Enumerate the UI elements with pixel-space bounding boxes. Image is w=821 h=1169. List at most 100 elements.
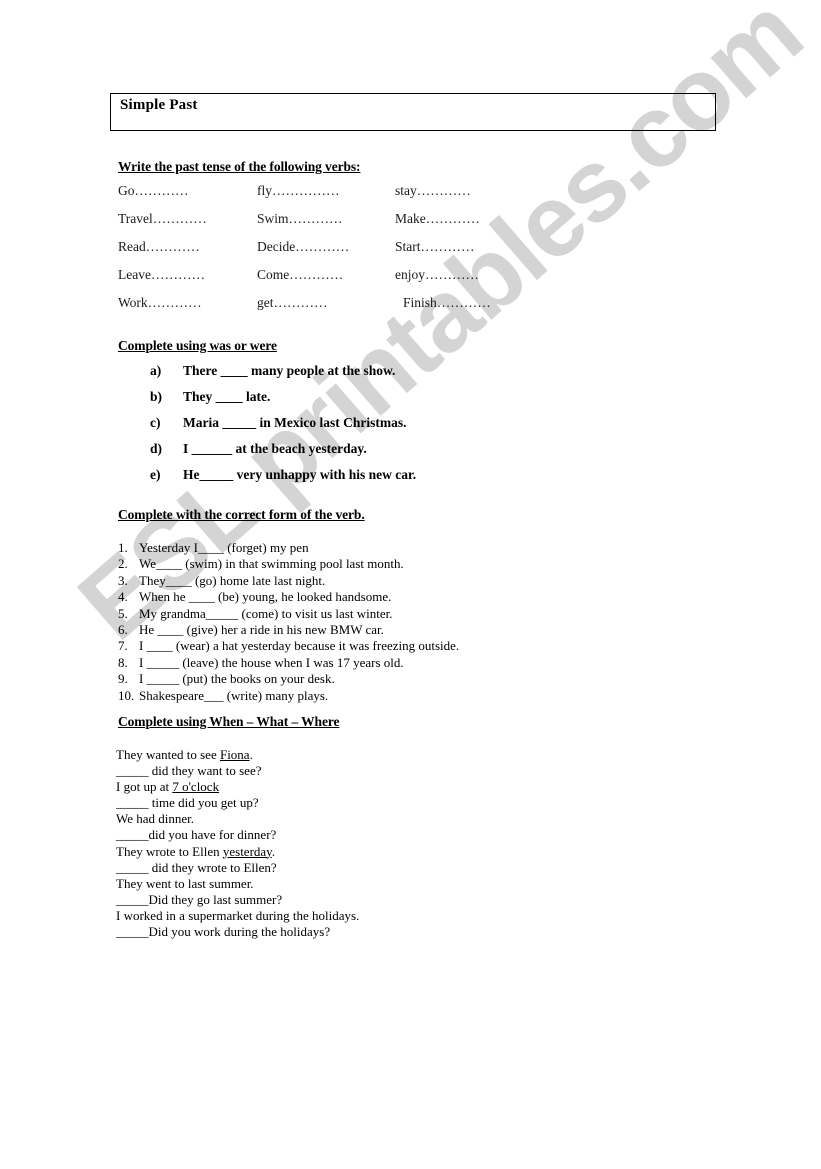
sentence-text: We had dinner. [116, 811, 195, 827]
was-were-item: a) There ____ many people at the show. [150, 363, 600, 389]
sentence-text: They went to last summer. [116, 875, 254, 891]
list-marker: e) [150, 467, 161, 482]
verb-entry: Come………… [257, 267, 344, 282]
list-number: 10. [118, 687, 135, 703]
exercise-sentence: Yesterday I____ (forget) my pen [139, 540, 309, 555]
exercise-sentence: Maria _____ in Mexico last Christmas. [183, 415, 407, 430]
was-were-item: b) They ____ late. [150, 389, 600, 415]
when-what-where-line: _____ did they wrote to Ellen? [116, 860, 596, 876]
verb-entry: Start………… [395, 239, 475, 254]
underlined-answer: yesterday [222, 843, 272, 859]
when-what-where-line: They went to last summer. [116, 876, 596, 892]
sentence-text: _____Did you work during the holidays? [116, 924, 331, 940]
verb-row: Leave………… Come………… enjoy………… [118, 267, 538, 295]
list-marker: b) [150, 389, 163, 404]
verb-entry: Read………… [118, 239, 200, 254]
exercise-sentence: My grandma_____ (come) to visit us last … [139, 605, 393, 621]
verb-form-exercise-list: 1. Yesterday I____ (forget) my pen 2. We___… [118, 540, 598, 704]
sentence-text: _____ did they want to see? [116, 763, 262, 779]
verb-form-item: 1. Yesterday I____ (forget) my pen [118, 540, 598, 556]
section-heading-verbs: Write the past tense of the following ve… [118, 159, 361, 174]
list-number: 5. [118, 605, 128, 621]
page-title: Simple Past [120, 97, 198, 113]
list-number: 8. [118, 654, 128, 670]
exercise-sentence: They ____ late. [183, 389, 271, 404]
section-heading-when-what-where: Complete using When – What – Where [118, 714, 340, 729]
list-marker: d) [150, 441, 163, 456]
underlined-answer: 7 o'clock [172, 779, 220, 795]
exercise-sentence: I ____ (wear) a hat yesterday because it… [139, 638, 460, 654]
list-number: 9. [118, 671, 128, 687]
exercise-sentence: I _____ (put) the books on your desk. [139, 671, 335, 687]
verb-form-item: 6. He ____ (give) her a ride in his new B… [118, 622, 598, 638]
when-what-where-line: They wanted to see Fiona. [116, 747, 596, 763]
verb-entry: Travel………… [118, 211, 207, 226]
verb-row: Travel………… Swim………… Make………… [118, 211, 538, 239]
verb-list-grid: Go………… fly…………… stay………… Travel………… Swim…………… [118, 183, 538, 323]
list-number: 3. [118, 572, 128, 588]
verb-form-item: 7. I ____ (wear) a hat yesterday because … [118, 638, 598, 654]
list-marker: a) [150, 363, 162, 378]
sentence-text: I got up at [116, 779, 173, 795]
verb-form-item: 2. We____ (swim) in that swimming pool la… [118, 556, 598, 572]
when-what-where-line: They wrote to Ellen yesterday. [116, 844, 596, 860]
exercise-sentence: They____ (go) home late last night. [139, 572, 326, 588]
verb-form-item: 9. I _____ (put) the books on your desk. [118, 671, 598, 687]
when-what-where-line: _____ time did you get up? [116, 795, 596, 811]
when-what-where-line: _____ did they want to see? [116, 763, 596, 779]
verb-row: Go………… fly…………… stay………… [118, 183, 538, 211]
list-number: 2. [118, 556, 128, 572]
exercise-sentence: He_____ very unhappy with his new car. [183, 467, 417, 482]
worksheet-page: Simple Past Write the past tense of the … [0, 0, 821, 1169]
was-were-item: e) He_____ very unhappy with his new car. [150, 467, 600, 493]
section-heading-was-were: Complete using was or were [118, 338, 277, 353]
was-were-item: d) I ______ at the beach yesterday. [150, 441, 600, 467]
exercise-sentence: I _____ (leave) the house when I was 17 … [139, 654, 404, 670]
underlined-answer: Fiona [219, 747, 250, 762]
verb-entry: get………… [257, 295, 328, 310]
when-what-where-line: We had dinner. [116, 811, 596, 827]
when-what-where-exercise-list: They wanted to see Fiona. _____ did they … [116, 747, 596, 940]
exercise-sentence: I ______ at the beach yesterday. [183, 441, 367, 456]
when-what-where-line: I worked in a supermarket during the hol… [116, 908, 596, 924]
sentence-text: _____ time did you get up? [116, 795, 259, 811]
exercise-sentence: Shakespeare___ (write) many plays. [139, 687, 329, 703]
exercise-sentence: He ____ (give) her a ride in his new BMW… [139, 621, 384, 637]
verb-entry: Leave………… [118, 267, 205, 282]
list-number: 7. [118, 638, 128, 654]
list-number: 4. [118, 589, 128, 605]
sentence-text: I worked in a supermarket during the hol… [116, 907, 360, 923]
when-what-where-line: _____did you have for dinner? [116, 827, 596, 843]
verb-form-item: 5. My grandma_____ (come) to visit us las… [118, 606, 598, 622]
when-what-where-line: I got up at 7 o'clock [116, 779, 596, 795]
verb-entry: stay………… [395, 183, 471, 198]
verb-entry: fly…………… [257, 183, 340, 198]
verb-form-item: 4. When he ____ (be) young, he looked han… [118, 589, 598, 605]
was-were-exercise-list: a) There ____ many people at the show. b) T… [150, 363, 600, 493]
verb-row: Read………… Decide………… Start………… [118, 239, 538, 267]
verb-entry: Finish………… [403, 295, 491, 310]
verb-entry: Go………… [118, 183, 189, 198]
was-were-item: c) Maria _____ in Mexico last Christmas. [150, 415, 600, 441]
exercise-sentence: There ____ many people at the show. [183, 363, 396, 378]
exercise-sentence: When he ____ (be) young, he looked hands… [139, 589, 392, 605]
verb-entry: Work………… [118, 295, 202, 310]
sentence-text: . [271, 843, 276, 859]
verb-row: Work………… get………… Finish………… [118, 295, 538, 323]
verb-form-item: 10. Shakespeare___ (write) many plays. [118, 688, 598, 704]
verb-form-item: 3. They____ (go) home late last night. [118, 573, 598, 589]
when-what-where-line: _____Did you work during the holidays? [116, 924, 596, 940]
verb-entry: Make………… [395, 211, 480, 226]
verb-form-item: 8. I _____ (leave) the house when I was 1… [118, 655, 598, 671]
sentence-text: _____ did they wrote to Ellen? [116, 859, 277, 875]
verb-entry: Swim………… [257, 211, 343, 226]
verb-entry: Decide………… [257, 239, 350, 254]
sentence-text: . [249, 747, 253, 762]
list-number: 1. [118, 540, 128, 555]
list-number: 6. [118, 621, 128, 637]
sentence-text: _____did you have for dinner? [116, 827, 277, 843]
verb-entry: enjoy………… [395, 267, 479, 282]
exercise-sentence: We____ (swim) in that swimming pool last… [139, 556, 404, 572]
when-what-where-line: _____Did they go last summer? [116, 892, 596, 908]
worksheet-title-box: Simple Past [110, 93, 716, 131]
